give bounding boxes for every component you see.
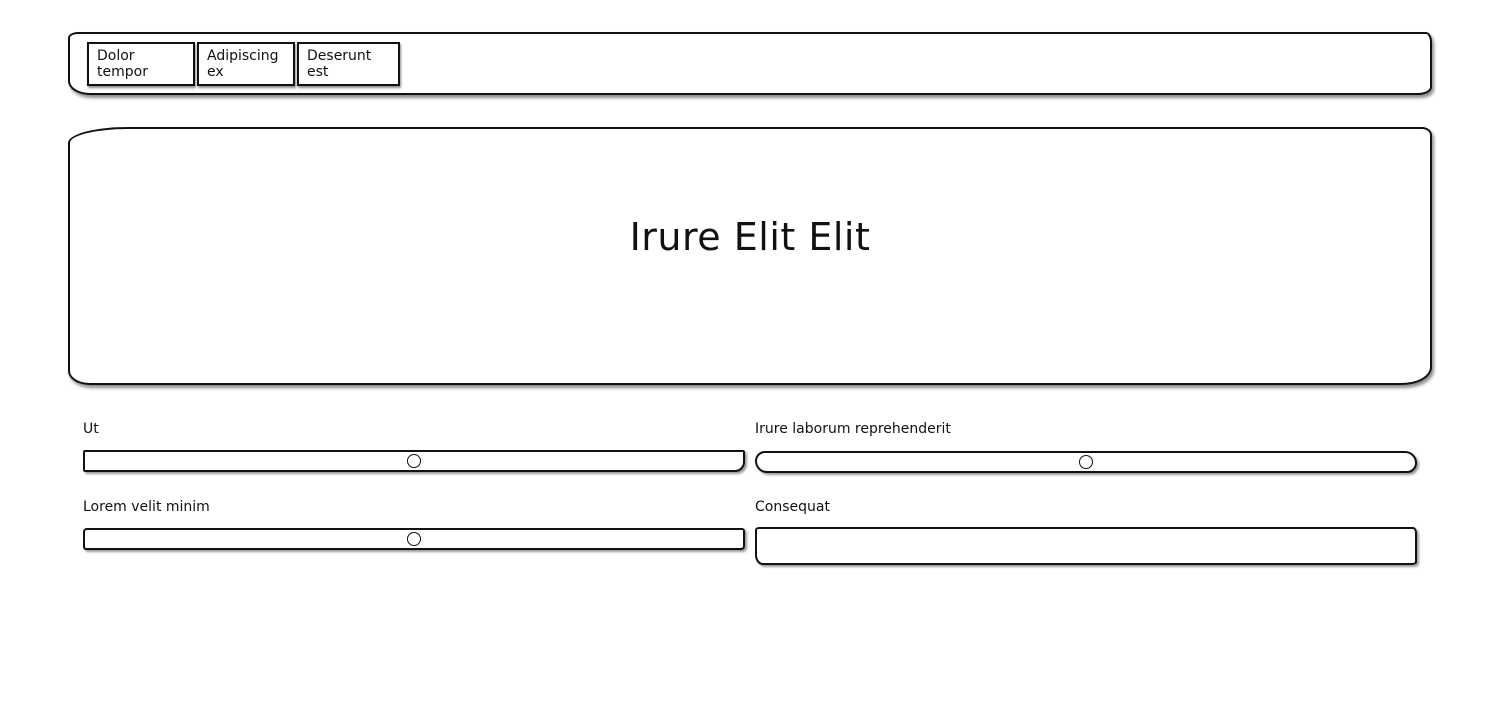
slider-lorem-velit-label: Lorem velit minim <box>83 499 210 515</box>
slider-thumb[interactable] <box>1079 455 1093 469</box>
consequat-label: Consequat <box>755 499 830 515</box>
slider-ut-label: Ut <box>83 421 99 437</box>
slider-thumb[interactable] <box>407 454 421 468</box>
slider-ut[interactable] <box>83 450 745 472</box>
consequat-input[interactable] <box>755 527 1417 565</box>
slider-lorem-velit[interactable] <box>83 528 745 550</box>
tab-deserunt-est[interactable]: Deserunt est <box>297 42 400 86</box>
tab-adipiscing-ex[interactable]: Adipiscing ex <box>197 42 295 86</box>
slider-irure-laborum[interactable] <box>755 451 1417 473</box>
slider-thumb[interactable] <box>407 532 421 546</box>
slider-irure-laborum-label: Irure laborum reprehenderit <box>755 421 951 437</box>
hero-title: Irure Elit Elit <box>629 215 871 260</box>
nav-tabs: Dolor tempor Adipiscing ex Deserunt est <box>87 42 402 86</box>
hero-panel: Irure Elit Elit <box>68 127 1432 385</box>
tab-dolor-tempor[interactable]: Dolor tempor <box>87 42 195 86</box>
top-nav-bar: Dolor tempor Adipiscing ex Deserunt est <box>68 32 1432 95</box>
